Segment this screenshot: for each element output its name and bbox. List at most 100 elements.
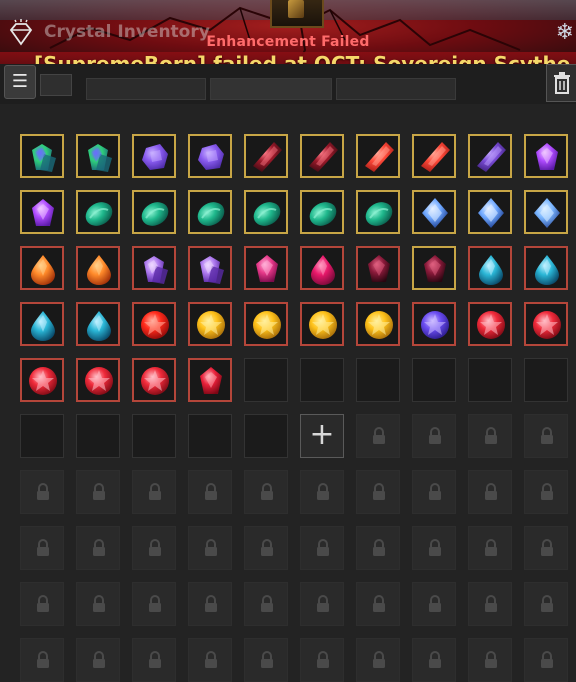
crystal-slot-blue-diamond-large[interactable]: [524, 190, 568, 234]
lock-icon: [429, 595, 441, 612]
crystal-slot-gold-orb[interactable]: [244, 302, 288, 346]
cyan-teardrop-icon: [479, 255, 503, 285]
empty-slot[interactable]: [412, 358, 456, 402]
empty-slot[interactable]: [524, 358, 568, 402]
crystal-slot-violet-crystal-glow[interactable]: [20, 190, 64, 234]
lock-icon: [37, 651, 49, 668]
crystal-slot-magenta-crystal[interactable]: [244, 246, 288, 290]
locked-slot: [244, 582, 288, 626]
cyan-teardrop-icon: [87, 311, 111, 341]
amethyst-cluster-icon: [200, 256, 224, 284]
crystal-slot-orange-teardrop[interactable]: [20, 246, 64, 290]
empty-slot[interactable]: [244, 414, 288, 458]
lock-icon: [429, 427, 441, 444]
sort-button[interactable]: [40, 74, 72, 96]
crystal-slot-emerald-sapphire-cluster[interactable]: [20, 134, 64, 178]
empty-slot[interactable]: [300, 358, 344, 402]
filter-field-1[interactable]: [86, 78, 206, 100]
lock-icon: [485, 483, 497, 500]
crystal-slot-amethyst-cluster[interactable]: [132, 246, 176, 290]
lock-icon: [373, 539, 385, 556]
blue-star-diamond-icon: [478, 198, 504, 228]
crystal-slot-magenta-teardrop[interactable]: [300, 246, 344, 290]
crystal-slot-cyan-teardrop[interactable]: [76, 302, 120, 346]
empty-slot[interactable]: [76, 414, 120, 458]
lock-icon: [541, 595, 553, 612]
locked-slot: [524, 526, 568, 570]
crystal-slot-dark-ruby-gem[interactable]: [412, 246, 456, 290]
crystal-slot-emerald-sapphire-cluster[interactable]: [76, 134, 120, 178]
crystal-slot-purple-orb[interactable]: [412, 302, 456, 346]
crystal-slot-cyan-teardrop[interactable]: [524, 246, 568, 290]
lock-icon: [205, 651, 217, 668]
crystal-slot-red-star-orb[interactable]: [132, 358, 176, 402]
empty-slot[interactable]: [244, 358, 288, 402]
lock-icon: [93, 595, 105, 612]
lock-icon: [373, 651, 385, 668]
locked-slot: [412, 582, 456, 626]
crystal-slot-red-shard[interactable]: [356, 134, 400, 178]
crystal-slot-violet-crystal-glow[interactable]: [524, 134, 568, 178]
locked-slot: [468, 526, 512, 570]
add-slot-button[interactable]: +: [300, 414, 344, 458]
lock-icon: [485, 651, 497, 668]
enhanced-item-icon: [270, 0, 324, 28]
crystal-slot-dark-ruby-shards[interactable]: [300, 134, 344, 178]
lock-icon: [541, 651, 553, 668]
crystal-slot-teal-stone[interactable]: [356, 190, 400, 234]
orange-teardrop-icon: [87, 255, 111, 285]
crystal-slot-dark-ruby-shards[interactable]: [244, 134, 288, 178]
crystal-slot-red-star-orb[interactable]: [468, 302, 512, 346]
red-star-orb-icon: [533, 311, 561, 339]
red-shard-icon: [421, 142, 450, 172]
crystal-slot-cyan-teardrop[interactable]: [20, 302, 64, 346]
crystal-slot-violet-shard[interactable]: [468, 134, 512, 178]
crystal-slot-blue-star-diamond[interactable]: [468, 190, 512, 234]
crystal-slot-teal-stone[interactable]: [244, 190, 288, 234]
crystal-slot-teal-stone[interactable]: [188, 190, 232, 234]
crystal-slot-purple-hexagon[interactable]: [132, 134, 176, 178]
empty-slot[interactable]: [468, 358, 512, 402]
locked-slot: [524, 414, 568, 458]
lock-icon: [317, 651, 329, 668]
locked-slot: [300, 470, 344, 514]
crystal-slot-dark-ruby-gem[interactable]: [356, 246, 400, 290]
locked-slot: [468, 414, 512, 458]
locked-slot: [188, 470, 232, 514]
empty-slot[interactable]: [356, 358, 400, 402]
crystal-slot-teal-stone[interactable]: [76, 190, 120, 234]
dark-ruby-shards-icon: [309, 142, 338, 172]
lock-icon: [317, 539, 329, 556]
empty-slot[interactable]: [20, 414, 64, 458]
locked-slot: [412, 526, 456, 570]
crystal-slot-blue-star-diamond[interactable]: [412, 190, 456, 234]
crystal-slot-red-orb[interactable]: [132, 302, 176, 346]
empty-slot[interactable]: [132, 414, 176, 458]
empty-slot[interactable]: [188, 414, 232, 458]
crystal-slot-orange-teardrop[interactable]: [76, 246, 120, 290]
filter-field-3[interactable]: [336, 78, 456, 100]
gold-orb-icon: [253, 311, 281, 339]
lock-icon: [485, 427, 497, 444]
crystal-slot-ruby-pendant[interactable]: [188, 358, 232, 402]
crystal-slot-cyan-teardrop[interactable]: [468, 246, 512, 290]
emerald-sapphire-cluster-icon: [88, 144, 112, 172]
crystal-slot-gold-orb[interactable]: [300, 302, 344, 346]
crystal-slot-gold-orb[interactable]: [356, 302, 400, 346]
crystal-slot-red-star-orb[interactable]: [76, 358, 120, 402]
crystal-slot-red-shard[interactable]: [412, 134, 456, 178]
magenta-teardrop-icon: [311, 255, 335, 285]
crystal-slot-teal-stone[interactable]: [132, 190, 176, 234]
locked-slot: [356, 582, 400, 626]
crystal-slot-red-star-orb[interactable]: [20, 358, 64, 402]
filter-field-2[interactable]: [210, 78, 332, 100]
hamburger-menu-button[interactable]: ☰: [4, 65, 36, 99]
crystal-slot-purple-hexagon[interactable]: [188, 134, 232, 178]
crystal-slot-gold-orb[interactable]: [188, 302, 232, 346]
crystal-slot-amethyst-cluster[interactable]: [188, 246, 232, 290]
trash-button[interactable]: [546, 64, 576, 102]
crystal-slot-red-star-orb[interactable]: [524, 302, 568, 346]
cyan-teardrop-icon: [535, 255, 559, 285]
crystal-slot-teal-stone[interactable]: [300, 190, 344, 234]
locked-slot: [132, 582, 176, 626]
